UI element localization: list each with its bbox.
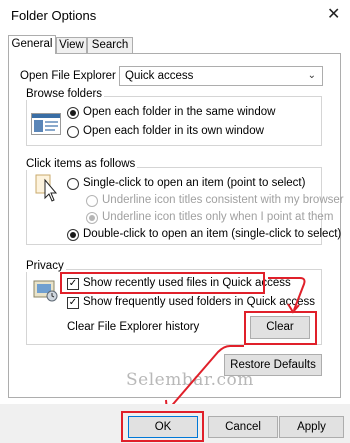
clear-history-label: Clear File Explorer history <box>67 321 200 333</box>
chevron-down-icon: ⌄ <box>307 70 316 81</box>
privacy-legend: Privacy <box>24 260 66 272</box>
privacy-folder-icon <box>31 277 59 303</box>
double-click-label: Double-click to open an item (single-cli… <box>83 228 342 240</box>
own-window-label: Open each folder in its own window <box>83 125 264 137</box>
browse-folders-group <box>26 96 322 146</box>
click-items-legend: Click items as follows <box>24 158 138 170</box>
tab-general[interactable]: General <box>8 35 56 54</box>
cancel-button[interactable]: Cancel <box>208 416 278 438</box>
tab-view[interactable]: View <box>56 37 87 54</box>
arrow-to-clear-icon <box>268 277 306 314</box>
open-explorer-value: Quick access <box>125 70 194 82</box>
close-icon[interactable]: ✕ <box>327 6 340 24</box>
underline-point-label: Underline icon titles only when I point … <box>102 211 334 223</box>
underline-browser-label: Underline icon titles consistent with my… <box>102 194 344 206</box>
tab-search[interactable]: Search <box>87 37 133 54</box>
pointer-click-icon <box>34 174 60 204</box>
radio-same-window[interactable] <box>67 107 79 119</box>
radio-single-click[interactable] <box>67 178 79 190</box>
highlight-clear-button <box>244 311 317 345</box>
browse-folders-legend: Browse folders <box>24 88 105 100</box>
apply-button[interactable]: Apply <box>279 416 344 438</box>
checkbox-frequent-folders[interactable]: ✓ <box>67 297 79 309</box>
same-window-label: Open each folder in the same window <box>83 106 276 118</box>
open-explorer-label: Open File Explorer to: <box>20 70 132 82</box>
radio-own-window[interactable] <box>67 126 79 138</box>
highlight-ok-button <box>121 411 204 442</box>
radio-double-click[interactable] <box>67 229 79 241</box>
folder-window-icon <box>31 113 61 135</box>
open-explorer-select[interactable]: Quick access ⌄ <box>119 66 323 86</box>
window-title: Folder Options <box>11 8 97 23</box>
single-click-label: Single-click to open an item (point to s… <box>83 177 306 189</box>
radio-underline-browser[interactable] <box>86 195 98 207</box>
highlight-recent-files <box>60 272 265 294</box>
radio-underline-point[interactable] <box>86 212 98 224</box>
